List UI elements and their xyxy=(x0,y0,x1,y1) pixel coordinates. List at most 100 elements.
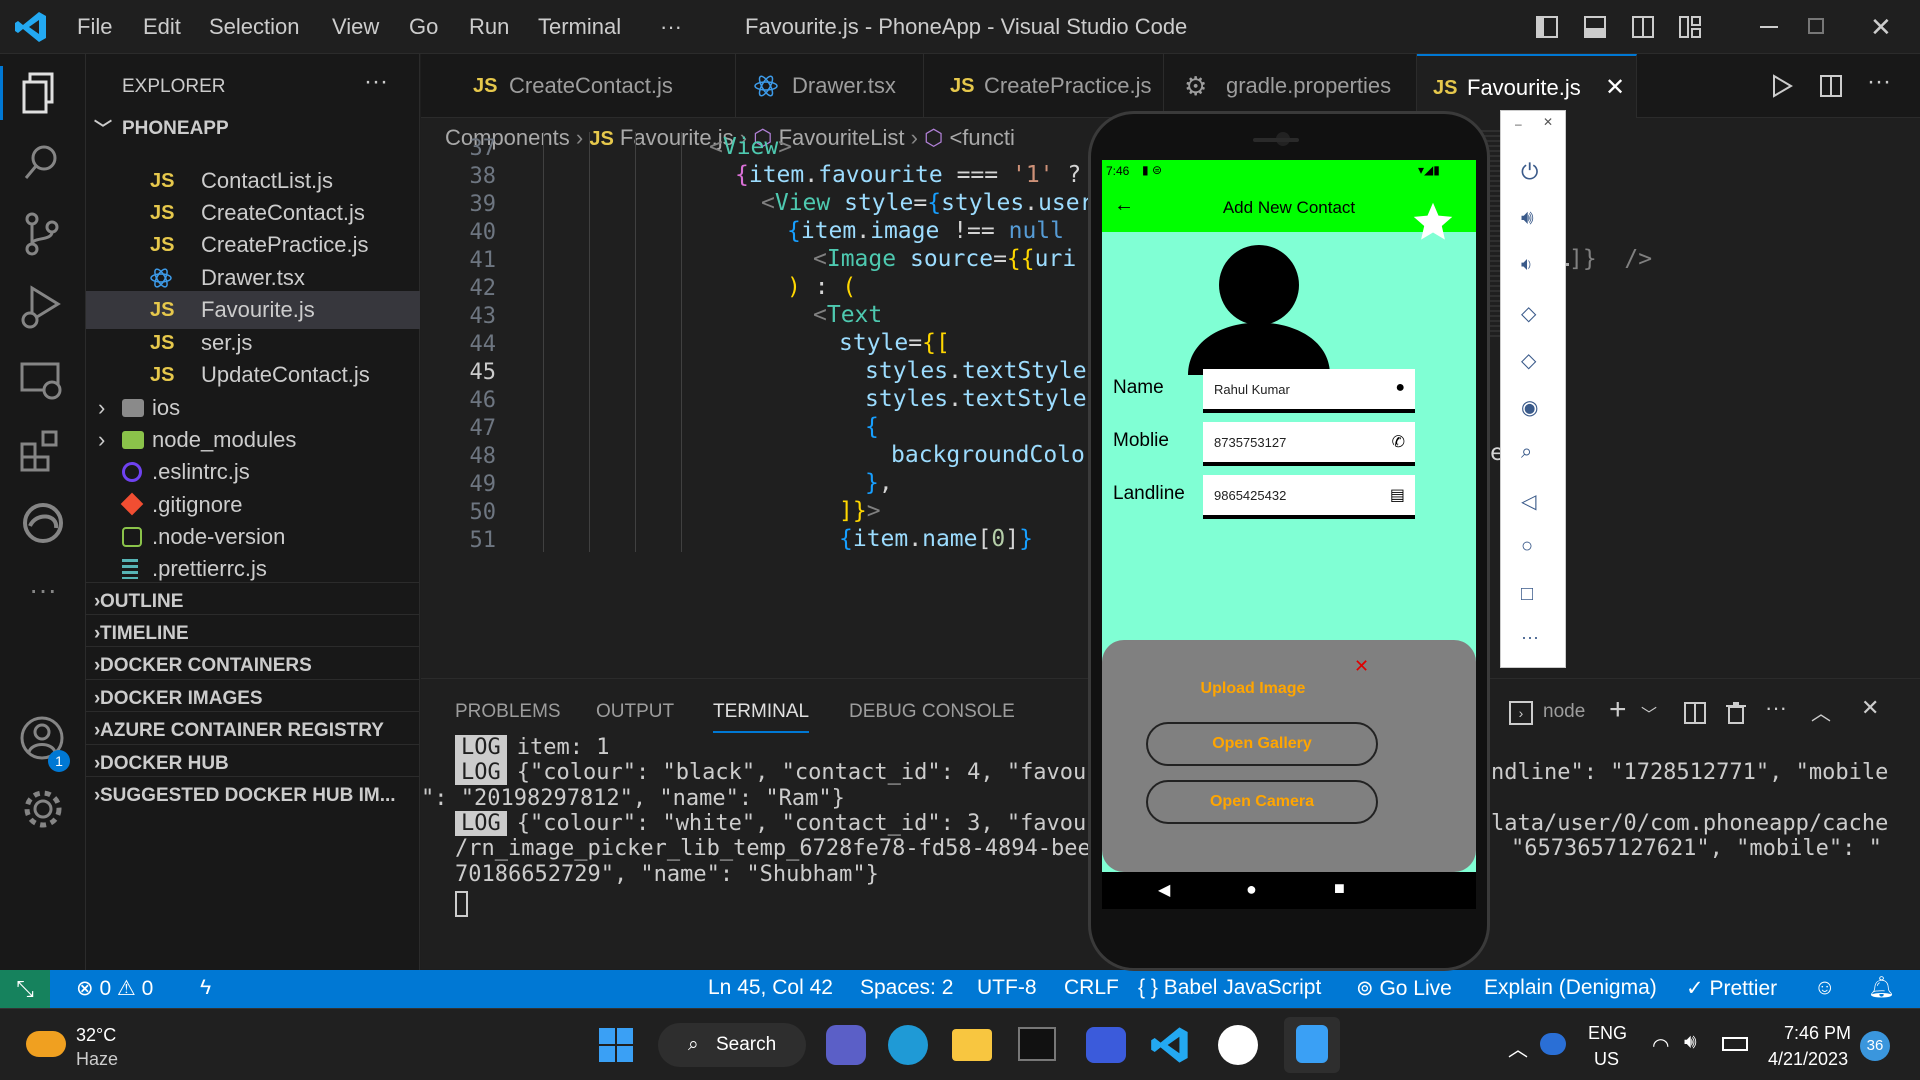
maximize-panel-icon[interactable]: ︿ xyxy=(1811,697,1831,726)
source-control-icon[interactable] xyxy=(18,209,68,259)
toggle-secondary-sidebar-icon[interactable] xyxy=(1631,15,1655,39)
panel-tab-problems[interactable]: PROBLEMS xyxy=(455,701,561,723)
volume-icon[interactable]: 🔊︎ xyxy=(1684,1031,1697,1054)
nav-recents-icon[interactable]: ■ xyxy=(1334,878,1345,899)
close-tab-icon[interactable]: ✕ xyxy=(1605,56,1625,120)
zoom-icon[interactable]: ⌕ xyxy=(1521,441,1547,467)
extensions-icon[interactable] xyxy=(18,426,68,476)
volume-up-icon[interactable]: 🔊︎ xyxy=(1521,207,1547,233)
back-icon[interactable]: ◁ xyxy=(1521,489,1547,515)
webex-icon[interactable] xyxy=(1086,1027,1126,1063)
battery-icon[interactable] xyxy=(1722,1037,1748,1051)
close-window-button[interactable]: ✕ xyxy=(1870,12,1892,43)
menu-go[interactable]: Go xyxy=(409,14,438,40)
weather-text[interactable]: Haze xyxy=(76,1049,118,1070)
maximize-button[interactable] xyxy=(1808,18,1824,34)
toggle-panel-icon[interactable] xyxy=(1583,15,1607,39)
close-panel-icon[interactable]: ✕ xyxy=(1861,695,1879,721)
minimize-button[interactable] xyxy=(1760,26,1778,28)
open-camera-button[interactable]: Open Camera xyxy=(1146,780,1378,824)
lightning-icon[interactable]: ϟ xyxy=(200,976,211,1000)
rotate-right-icon[interactable]: ◇ xyxy=(1521,348,1547,374)
indentation[interactable]: Spaces: 2 xyxy=(860,976,953,1000)
clock-time[interactable]: 7:46 PM xyxy=(1784,1023,1851,1044)
file-explorer-icon[interactable] xyxy=(952,1029,992,1061)
start-windows-icon[interactable] xyxy=(598,1027,634,1063)
language-indicator[interactable]: ENG xyxy=(1588,1023,1627,1044)
prettier-button[interactable]: ✓ Prettier xyxy=(1686,976,1777,1001)
tray-chevron-icon[interactable]: ︿ xyxy=(1508,1033,1528,1062)
open-gallery-button[interactable]: Open Gallery xyxy=(1146,722,1378,766)
tab-drawer[interactable]: Drawer.tsx xyxy=(736,54,924,118)
name-input[interactable]: Rahul Kumar ● xyxy=(1203,369,1415,413)
explorer-more-button[interactable]: ··· xyxy=(364,68,388,96)
menu-selection[interactable]: Selection xyxy=(209,14,300,40)
menu-run[interactable]: Run xyxy=(469,14,509,40)
contact-avatar-icon[interactable] xyxy=(1186,245,1336,375)
tray-app-icon[interactable] xyxy=(1540,1033,1566,1055)
section-suggested-docker-hub[interactable]: › SUGGESTED DOCKER HUB IM... xyxy=(86,776,420,814)
split-editor-icon[interactable] xyxy=(1819,74,1843,98)
run-debug-icon[interactable] xyxy=(18,282,68,332)
terminal-name[interactable]: node xyxy=(1543,701,1585,723)
search-icon[interactable] xyxy=(18,138,68,188)
encoding[interactable]: UTF-8 xyxy=(977,976,1037,1000)
volume-down-icon[interactable]: 🔉︎ xyxy=(1521,254,1547,280)
nav-home-icon[interactable]: ● xyxy=(1246,879,1257,900)
panel-tab-terminal[interactable]: TERMINAL xyxy=(713,701,810,733)
editor-more-icon[interactable]: ··· xyxy=(1867,68,1891,96)
rotate-left-icon[interactable]: ◇ xyxy=(1521,301,1547,327)
panel-tab-output[interactable]: OUTPUT xyxy=(596,701,674,723)
tab-gradle-properties[interactable]: ⚙ gradle.properties xyxy=(1164,54,1417,118)
mobile-input[interactable]: 8735753127 ✆ xyxy=(1203,422,1415,466)
tab-favourite-active[interactable]: JS Favourite.js ✕ xyxy=(1417,54,1637,118)
new-terminal-icon[interactable]: + xyxy=(1609,693,1627,727)
settings-gear-icon[interactable] xyxy=(18,784,68,834)
remote-indicator-icon[interactable]: ⤡ xyxy=(0,970,50,1008)
home-icon[interactable]: ○ xyxy=(1521,535,1547,561)
emulator-minimize[interactable]: – xyxy=(1515,117,1522,131)
terminal-dropdown-icon[interactable]: ﹀ xyxy=(1641,701,1657,725)
tab-createpractice[interactable]: JS CreatePractice.js xyxy=(924,54,1164,118)
run-file-icon[interactable] xyxy=(1771,74,1793,98)
panel-tab-debug-console[interactable]: DEBUG CONSOLE xyxy=(849,701,1015,723)
vscode-taskbar-icon[interactable] xyxy=(1150,1025,1190,1065)
cursor-position[interactable]: Ln 45, Col 42 xyxy=(708,976,833,1000)
menu-more[interactable]: ··· xyxy=(660,14,682,40)
overview-icon[interactable]: □ xyxy=(1521,583,1547,609)
breadcrumb-item[interactable]: FavouriteList xyxy=(779,125,905,150)
phone-screen[interactable]: 7:46 ▮ ⊜ ▾◢▮ ← Add New Contact Name Rahu… xyxy=(1102,160,1476,909)
edge-devtools-icon[interactable] xyxy=(18,498,68,548)
customize-layout-icon[interactable] xyxy=(1678,15,1702,39)
close-sheet-icon[interactable]: ✕ xyxy=(1354,656,1369,677)
menu-file[interactable]: File xyxy=(77,14,112,40)
feedback-icon[interactable]: ☺ xyxy=(1814,976,1835,1000)
edge-icon[interactable] xyxy=(888,1025,928,1065)
camera-icon[interactable]: ◉ xyxy=(1521,395,1547,421)
teams-icon[interactable] xyxy=(826,1025,866,1065)
clock-date[interactable]: 4/21/2023 xyxy=(1768,1049,1848,1070)
problems-indicator[interactable]: ⊗ 0 ⚠ 0 xyxy=(76,976,153,1001)
line-ending[interactable]: CRLF xyxy=(1064,976,1119,1000)
explain-button[interactable]: Explain (Denigma) xyxy=(1484,976,1657,1000)
wifi-icon[interactable]: ◠ xyxy=(1652,1033,1669,1058)
menu-edit[interactable]: Edit xyxy=(143,14,181,40)
power-icon[interactable]: ⏻ xyxy=(1521,159,1547,185)
terminal-app-icon[interactable] xyxy=(1018,1027,1056,1061)
more-views-icon[interactable]: ··· xyxy=(18,574,68,624)
project-folder[interactable]: ﹀ PHONEAPP xyxy=(86,110,420,148)
notification-count[interactable]: 36 xyxy=(1860,1031,1890,1061)
emulator-taskbar-item[interactable] xyxy=(1284,1017,1340,1073)
toggle-sidebar-icon[interactable] xyxy=(1535,15,1559,39)
emulator-close[interactable]: ✕ xyxy=(1543,115,1553,129)
menu-view[interactable]: View xyxy=(332,14,379,40)
split-terminal-icon[interactable] xyxy=(1683,701,1707,725)
trash-icon[interactable] xyxy=(1725,701,1747,725)
favourite-star-icon[interactable] xyxy=(1411,200,1455,244)
app-icon[interactable] xyxy=(1218,1025,1258,1065)
panel-more-icon[interactable]: ··· xyxy=(1765,695,1787,721)
temperature[interactable]: 32°C xyxy=(76,1025,116,1046)
notifications-bell-icon[interactable]: 🔔︎ xyxy=(1868,976,1895,1000)
language-mode[interactable]: { } Babel JavaScript xyxy=(1138,976,1321,1000)
explorer-icon[interactable] xyxy=(18,68,68,118)
